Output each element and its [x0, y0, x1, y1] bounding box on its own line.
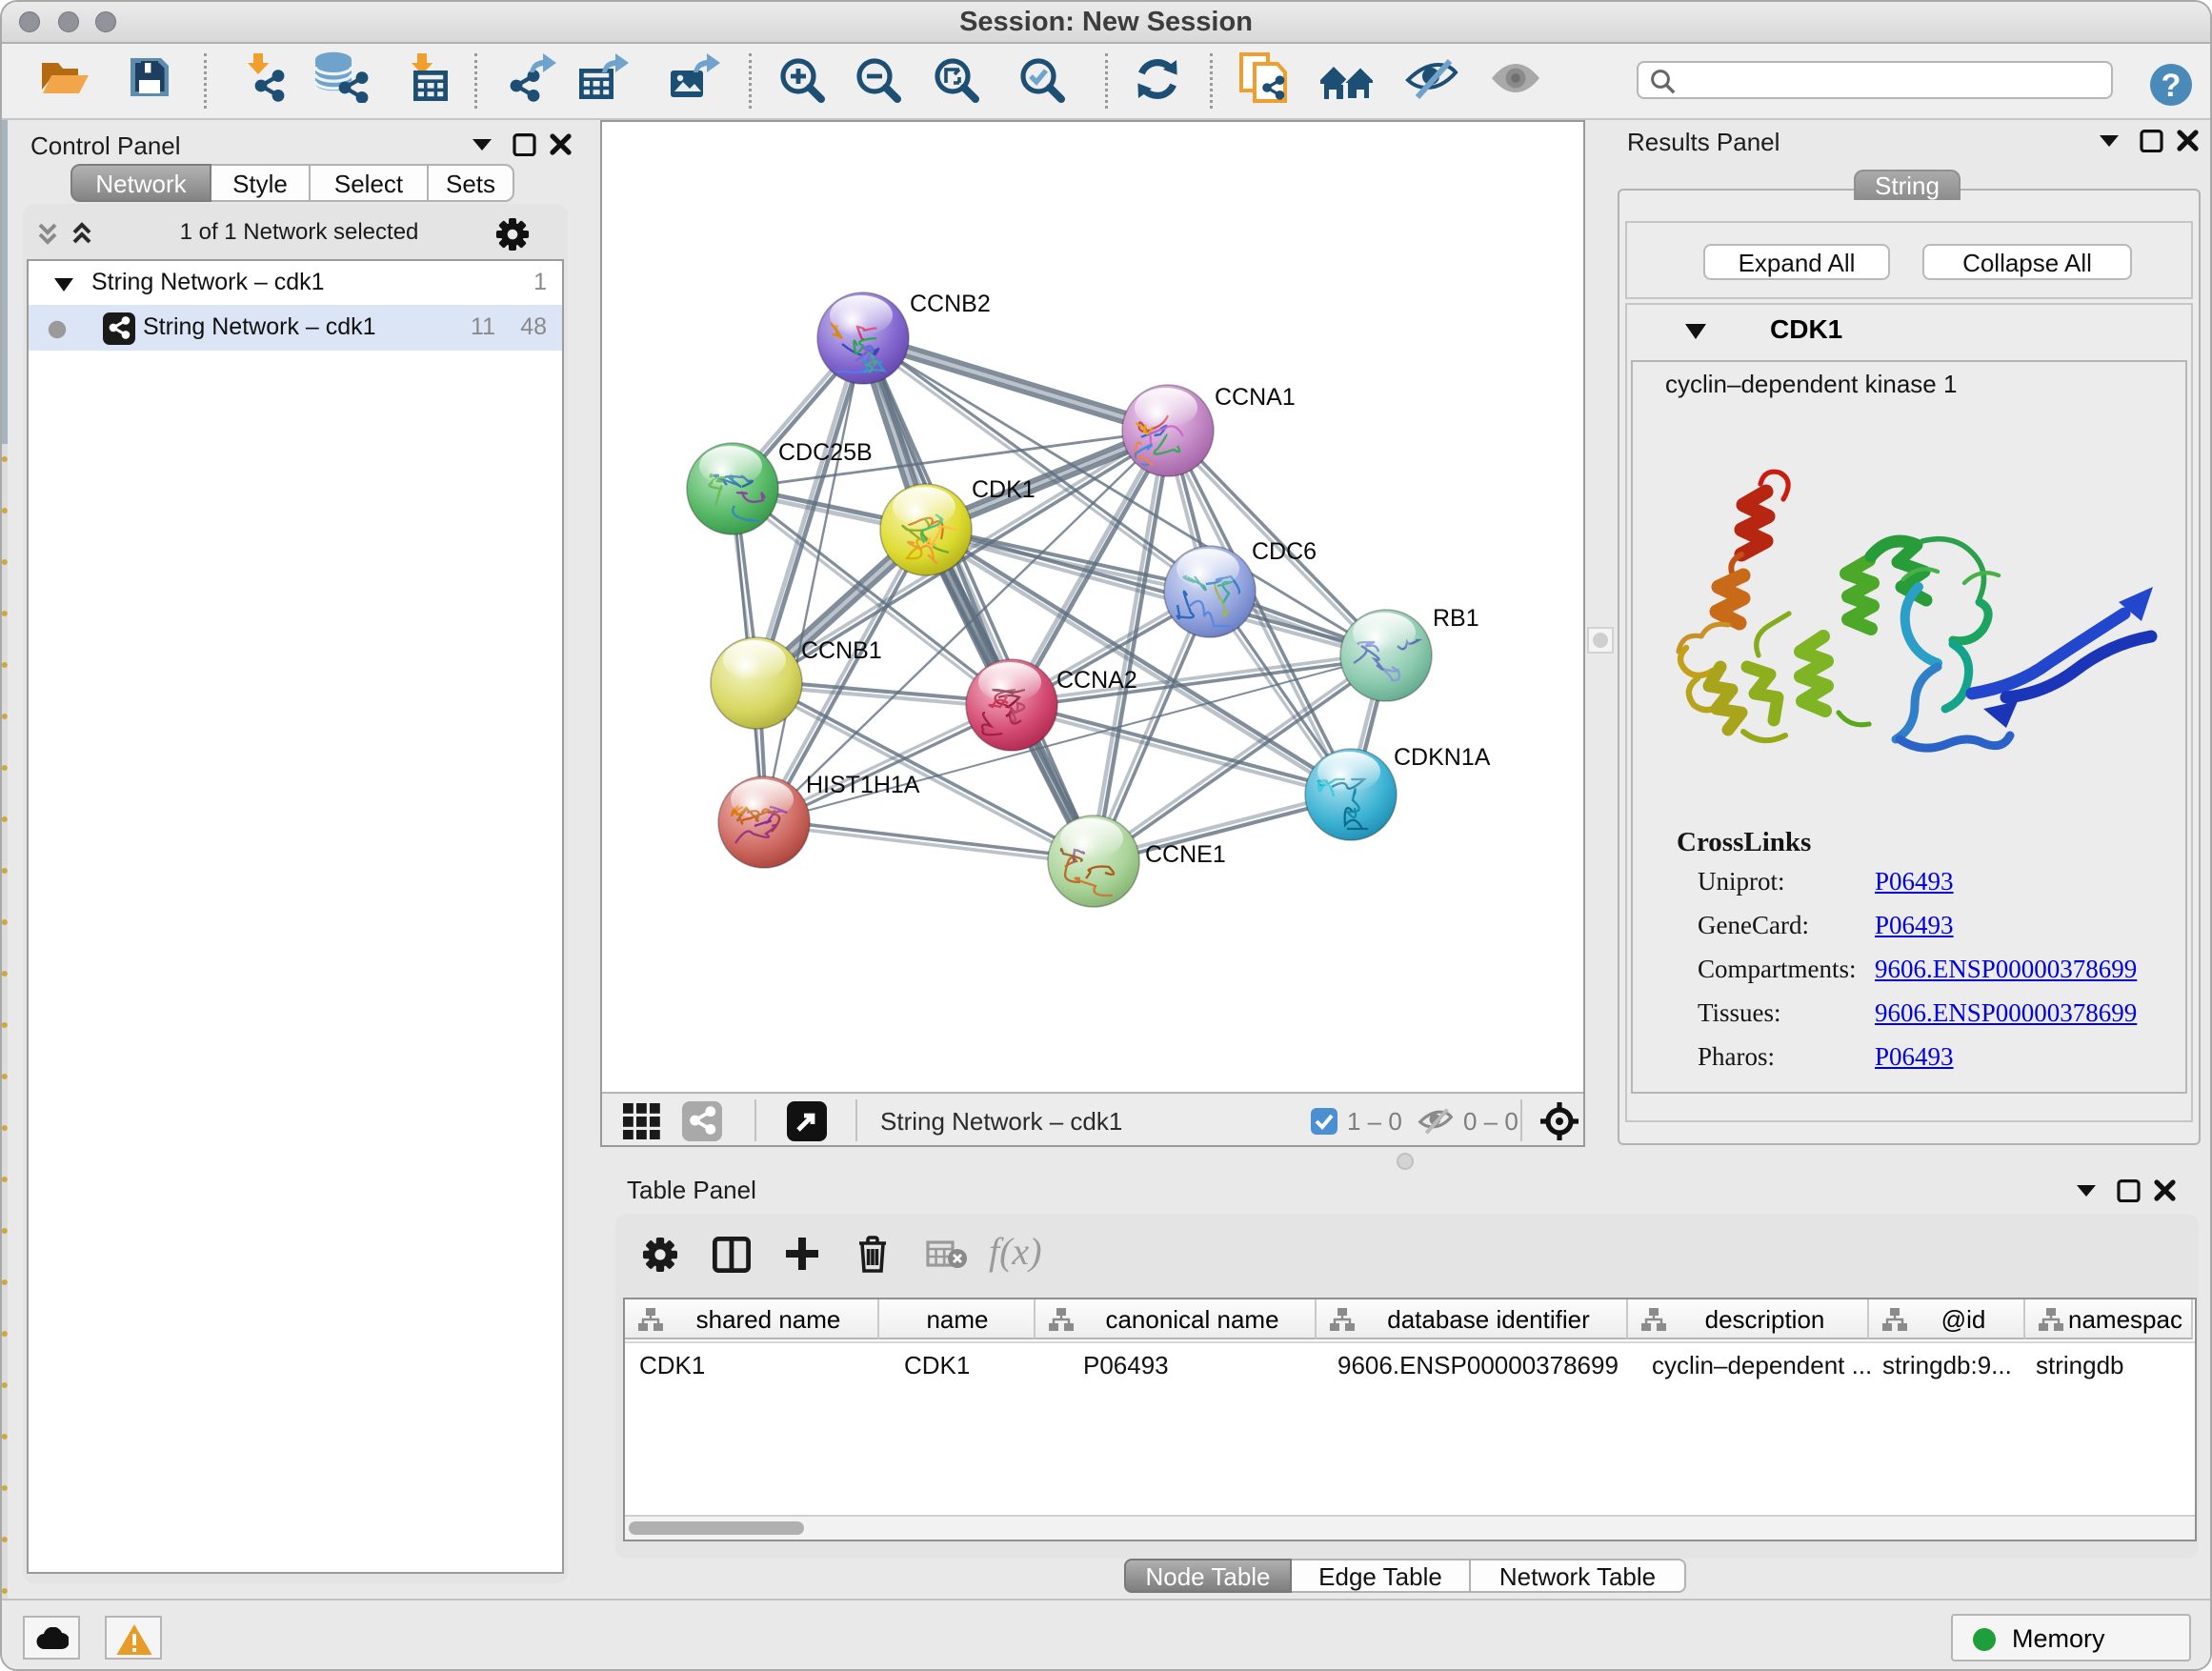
svg-text:?: ? [2162, 68, 2182, 104]
svg-text:CDC6: CDC6 [1252, 538, 1317, 565]
svg-text:CCNE1: CCNE1 [1145, 841, 1226, 868]
svg-text:CCNA1: CCNA1 [1215, 384, 1296, 411]
svg-text:CCNB1: CCNB1 [801, 637, 882, 664]
svg-text:CDKN1A: CDKN1A [1394, 744, 1491, 771]
svg-text:CDC25B: CDC25B [778, 439, 873, 466]
svg-text:HIST1H1A: HIST1H1A [806, 772, 920, 798]
svg-text:CDK1: CDK1 [972, 476, 1036, 503]
svg-text:RB1: RB1 [1433, 605, 1479, 632]
svg-text:CCNA2: CCNA2 [1056, 667, 1137, 694]
svg-text:CCNB2: CCNB2 [910, 291, 991, 317]
